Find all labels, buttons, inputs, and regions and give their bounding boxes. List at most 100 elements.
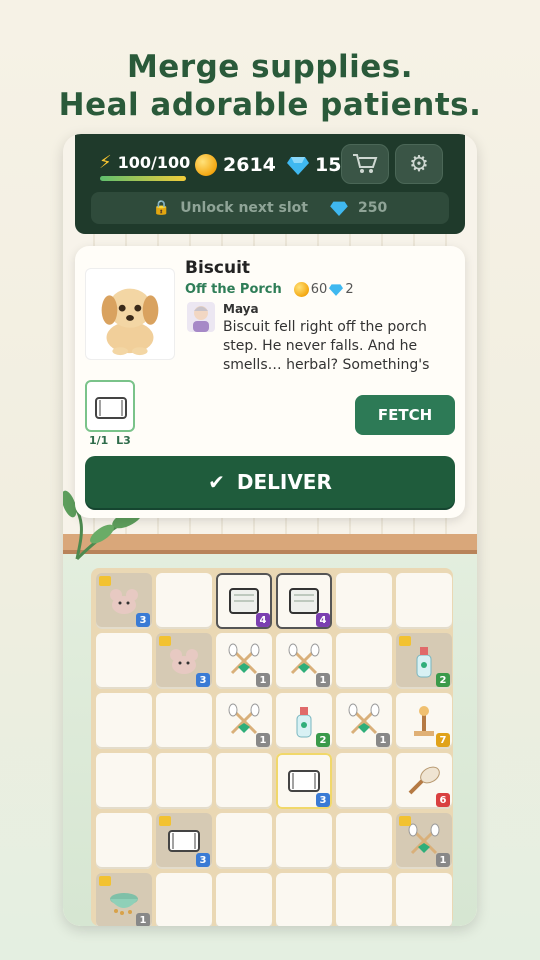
locked-badge-icon	[399, 816, 411, 826]
coin-counter: 2614	[195, 154, 276, 176]
locked-badge-icon	[159, 816, 171, 826]
headline-line-2: Heal adorable patients.	[58, 87, 482, 123]
item-level-badge: 1	[436, 853, 450, 867]
merge-board: 3 4 4 3 1 1 2 1 2 1 7 3 6 3 1 1	[91, 568, 453, 926]
required-item-label: 1/1 L3	[89, 434, 131, 447]
unlock-slot-button[interactable]: 🔒 Unlock next slot 250	[91, 192, 449, 224]
board-cell-empty[interactable]	[336, 573, 392, 629]
board-cell-cushion[interactable]: 4	[276, 573, 332, 629]
energy-counter: ⚡ 100/100	[99, 152, 190, 173]
board-cell-swab[interactable]: 1	[216, 693, 272, 749]
board-cell-bottle[interactable]: 2	[276, 693, 332, 749]
headline-line-1: Merge supplies.	[126, 49, 414, 85]
locked-badge-icon	[159, 636, 171, 646]
energy-bar	[100, 176, 186, 181]
board-cell-empty[interactable]	[276, 813, 332, 869]
board-cell-swab[interactable]: 1	[396, 813, 452, 869]
board-cell-scratch[interactable]: 7	[396, 693, 452, 749]
headline: Merge supplies. Heal adorable patients.	[0, 48, 540, 124]
patient-portrait	[85, 268, 175, 360]
item-level-badge: 4	[316, 613, 330, 627]
patient-story: Biscuit fell right off the porch step. H…	[223, 319, 430, 373]
item-level-badge: 7	[436, 733, 450, 747]
board-cell-swab[interactable]: 1	[276, 633, 332, 689]
cart-icon	[353, 154, 378, 173]
puppy-icon	[101, 288, 159, 356]
check-icon: ✔	[208, 470, 225, 494]
coin-icon	[293, 282, 309, 297]
fetch-button[interactable]: FETCH	[355, 395, 455, 435]
item-level-badge: 1	[256, 673, 270, 687]
item-level-badge: 3	[196, 673, 210, 687]
board-cell-pillow[interactable]: 3	[276, 753, 332, 809]
board-cell-empty[interactable]	[216, 873, 272, 926]
episode-row: Off the Porch 60 2	[185, 282, 354, 297]
item-level-badge: 4	[256, 613, 270, 627]
settings-button[interactable]: ⚙	[395, 144, 443, 184]
board-cell-empty[interactable]	[336, 813, 392, 869]
unlock-cost: 250	[357, 200, 388, 216]
board-cell-empty[interactable]	[336, 633, 392, 689]
locked-badge-icon	[99, 576, 111, 586]
board-cell-pillow[interactable]: 3	[156, 813, 212, 869]
coin-value: 2614	[223, 154, 276, 176]
board-cell-empty[interactable]	[96, 753, 152, 809]
owner-icon	[193, 306, 209, 332]
board-cell-empty[interactable]	[156, 573, 212, 629]
owner-avatar	[187, 302, 215, 332]
board-cell-swab[interactable]: 1	[336, 693, 392, 749]
board-cell-empty[interactable]	[336, 753, 392, 809]
item-level-badge: 2	[436, 673, 450, 687]
board-cell-empty[interactable]	[396, 573, 452, 629]
merge-grid: 3 4 4 3 1 1 2 1 2 1 7 3 6 3 1 1	[96, 573, 452, 926]
patient-name: Biscuit	[185, 258, 251, 278]
shop-button[interactable]	[341, 144, 389, 184]
locked-badge-icon	[99, 876, 111, 886]
board-cell-swab[interactable]: 1	[216, 633, 272, 689]
owner-name: Maya	[223, 302, 259, 316]
board-cell-empty[interactable]	[96, 693, 152, 749]
board-cell-mouse[interactable]: 3	[96, 573, 152, 629]
lightning-icon: ⚡	[99, 152, 112, 173]
pillow-icon	[95, 397, 127, 419]
board-cell-bowl[interactable]: 1	[96, 873, 152, 926]
top-hud: ⚡ 100/100 2614 155 ⚙ 🔒 Unlock next slot …	[75, 134, 465, 234]
item-level-badge: 2	[316, 733, 330, 747]
coin-icon	[195, 154, 217, 176]
locked-badge-icon	[399, 636, 411, 646]
reward-coins: 60	[310, 282, 328, 297]
board-cell-empty[interactable]	[96, 813, 152, 869]
item-level-badge: 1	[376, 733, 390, 747]
lock-icon: 🔒	[152, 200, 171, 216]
board-cell-empty[interactable]	[336, 873, 392, 926]
board-cell-mouse[interactable]: 3	[156, 633, 212, 689]
patient-card: Biscuit Off the Porch 60 2 Maya Biscuit …	[75, 246, 465, 518]
board-cell-empty[interactable]	[156, 753, 212, 809]
gem-icon	[330, 201, 348, 216]
board-cell-empty[interactable]	[156, 693, 212, 749]
gem-icon	[329, 284, 344, 296]
item-level-badge: 1	[136, 913, 150, 926]
deliver-button[interactable]: ✔ DELIVER	[85, 456, 455, 508]
gem-icon	[287, 157, 309, 175]
required-item-slot[interactable]	[85, 380, 135, 432]
board-cell-empty[interactable]	[156, 873, 212, 926]
reward-gems: 2	[345, 282, 354, 297]
deliver-label: DELIVER	[236, 470, 332, 494]
item-level-badge: 1	[316, 673, 330, 687]
board-cell-empty[interactable]	[216, 813, 272, 869]
required-level: L3	[116, 434, 131, 447]
unlock-label: Unlock next slot	[180, 200, 308, 216]
item-level-badge: 1	[256, 733, 270, 747]
item-level-badge: 3	[136, 613, 150, 627]
board-cell-brush[interactable]: 6	[396, 753, 452, 809]
board-cell-cushion[interactable]: 4	[216, 573, 272, 629]
energy-value: 100/100	[117, 153, 191, 172]
item-level-badge: 6	[436, 793, 450, 807]
board-cell-empty[interactable]	[276, 873, 332, 926]
board-cell-empty[interactable]	[216, 753, 272, 809]
board-cell-bottle[interactable]: 2	[396, 633, 452, 689]
board-cell-empty[interactable]	[396, 873, 452, 926]
reward: 60 2	[293, 282, 354, 297]
board-cell-empty[interactable]	[96, 633, 152, 689]
